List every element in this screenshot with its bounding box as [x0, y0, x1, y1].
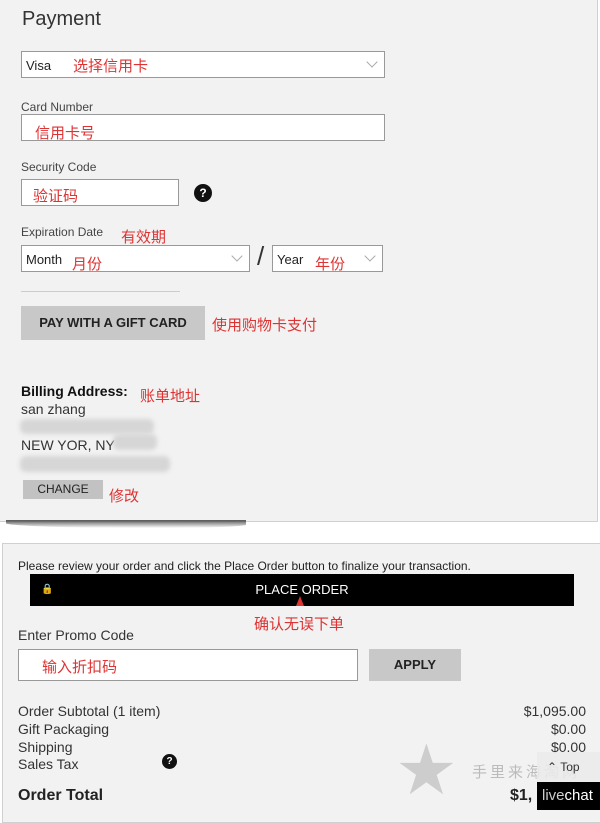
redacted-zip — [113, 434, 157, 450]
month-select[interactable]: Month — [21, 245, 250, 272]
annotation: 年份 — [315, 255, 346, 273]
annotation: 验证码 — [33, 187, 79, 205]
annotation: 有效期 — [121, 228, 167, 246]
gift-card-button[interactable]: PAY WITH A GIFT CARD — [21, 306, 205, 340]
order-total-label: Order Total — [18, 787, 104, 804]
cursor-icon — [296, 596, 304, 606]
gift-packaging-value: $0.00 — [550, 721, 586, 737]
apply-button[interactable]: APPLY — [369, 649, 461, 681]
sales-tax-label: Sales Tax — [18, 756, 79, 772]
security-code-label: Security Code — [21, 160, 97, 174]
annotation: 修改 — [109, 487, 140, 505]
annotation: 选择信用卡 — [73, 57, 149, 75]
watermark-star-icon: ★ — [395, 731, 458, 809]
annotation: 输入折扣码 — [42, 658, 118, 676]
chevron-up-icon: ⌃ — [547, 760, 558, 774]
annotation: 确认无误下单 — [254, 615, 345, 633]
subtotal-label: Order Subtotal (1 item) — [18, 703, 161, 719]
annotation: 信用卡号 — [35, 124, 96, 142]
order-total-value: $1, — [510, 787, 533, 804]
redacted-address — [20, 419, 154, 434]
chevron-down-icon — [364, 250, 376, 262]
chevron-down-icon — [366, 56, 378, 68]
subtotal-value: $1,095.00 — [523, 703, 586, 719]
date-separator: / — [257, 241, 265, 271]
expiration-label: Expiration Date — [21, 225, 104, 239]
billing-city: NEW YOR, NY — [21, 437, 115, 453]
annotation: 月份 — [72, 255, 103, 273]
annotation: 使用购物卡支付 — [212, 316, 318, 334]
panel-shadow — [6, 520, 246, 528]
shipping-label: Shipping — [18, 739, 73, 755]
change-button[interactable]: CHANGE — [23, 480, 103, 499]
lock-icon: 🔒 — [41, 584, 54, 595]
promo-label: Enter Promo Code — [18, 627, 134, 643]
redacted-phone — [20, 456, 170, 472]
chevron-down-icon — [231, 250, 243, 262]
gift-packaging-label: Gift Packaging — [18, 721, 110, 737]
livechat-button[interactable]: livechat — [537, 782, 600, 810]
help-icon[interactable]: ? — [162, 754, 177, 769]
review-text: Please review your order and click the P… — [18, 559, 471, 573]
divider — [21, 291, 180, 292]
help-icon[interactable]: ? — [194, 184, 212, 202]
card-number-label: Card Number — [21, 100, 94, 114]
page-title: Payment — [22, 8, 101, 30]
back-to-top-button[interactable]: ⌃ Top — [537, 752, 600, 782]
billing-address-label: Billing Address: — [21, 383, 128, 399]
billing-name: san zhang — [21, 401, 86, 417]
annotation: 账单地址 — [140, 387, 201, 405]
